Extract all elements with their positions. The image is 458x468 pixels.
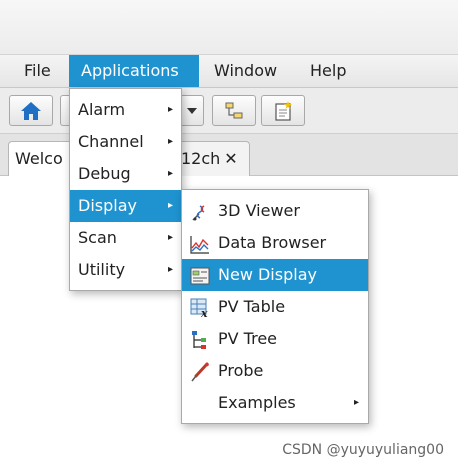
hierarchy-button[interactable] [212,95,256,126]
tab-12ch[interactable]: 12ch ✕ [170,141,250,176]
3d-viewer-icon [192,205,205,221]
watermark: CSDN @yuyuyuliang00 [282,442,444,458]
submenu-arrow-icon: ▸ [168,136,174,147]
menu-item-label: PV Tree [218,329,278,348]
menu-item-channel[interactable]: Channel ▸ [70,126,181,158]
menu-item-pv-table[interactable]: x PV Table [182,291,368,323]
svg-text:x: x [200,307,208,318]
new-display-button[interactable] [261,95,305,126]
menu-item-3d-viewer[interactable]: 3D Viewer [182,195,368,227]
menu-item-utility[interactable]: Utility ▸ [70,254,181,286]
pv-table-icon: x [190,298,208,318]
submenu-arrow-icon: ▸ [168,232,174,243]
home-button[interactable] [9,95,53,126]
new-display-icon [275,100,292,121]
data-browser-icon [190,236,209,254]
menu-item-label: 3D Viewer [218,201,300,220]
menu-item-label: Data Browser [218,233,327,252]
display-submenu: 3D Viewer Data Browser New Display x PV … [181,189,369,424]
toolbar-dropdown-button[interactable] [180,95,204,126]
submenu-arrow-icon: ▸ [168,264,174,275]
applications-menu: Alarm ▸ Channel ▸ Debug ▸ Display ▸ Scan… [69,88,182,291]
menu-item-display[interactable]: Display ▸ [70,190,181,222]
pv-tree-icon [192,331,206,349]
menu-item-label: Alarm [78,100,126,119]
menu-item-label: Probe [218,361,264,380]
menu-bar: File Applications Window Help [0,55,458,88]
menu-item-label: Channel [78,132,144,151]
new-display-icon [190,267,210,285]
menu-window[interactable]: Window [202,55,289,87]
menu-item-label: New Display [218,265,317,284]
menu-item-probe[interactable]: Probe [182,355,368,387]
menu-item-examples[interactable]: Examples ▸ [182,387,368,419]
menu-item-scan[interactable]: Scan ▸ [70,222,181,254]
menu-item-label: Utility [78,260,126,279]
probe-icon [191,362,209,382]
hierarchy-icon [225,102,243,118]
menu-item-label: Examples [218,393,296,412]
menu-item-debug[interactable]: Debug ▸ [70,158,181,190]
menu-item-label: Display [78,196,137,215]
submenu-arrow-icon: ▸ [354,397,360,408]
menu-item-new-display[interactable]: New Display [182,259,368,291]
tab-welcome[interactable]: Welco [8,141,74,176]
menu-item-pv-tree[interactable]: PV Tree [182,323,368,355]
home-icon [21,101,41,120]
submenu-arrow-icon: ▸ [168,200,174,211]
window-titlebar [0,0,458,55]
menu-file[interactable]: File [12,55,63,87]
menu-help[interactable]: Help [298,55,358,87]
menu-item-label: Scan [78,228,117,247]
menu-item-alarm[interactable]: Alarm ▸ [70,94,181,126]
menu-item-data-browser[interactable]: Data Browser [182,227,368,259]
menu-item-label: PV Table [218,297,286,316]
submenu-arrow-icon: ▸ [168,168,174,179]
tab-12ch-label: 12ch [181,149,221,168]
submenu-arrow-icon: ▸ [168,104,174,115]
tab-close-icon[interactable]: ✕ [224,149,237,168]
tab-welcome-label: Welco [15,149,63,168]
menu-item-label: Debug [78,164,131,183]
chevron-down-icon [187,107,197,114]
menu-applications[interactable]: Applications [69,55,199,87]
